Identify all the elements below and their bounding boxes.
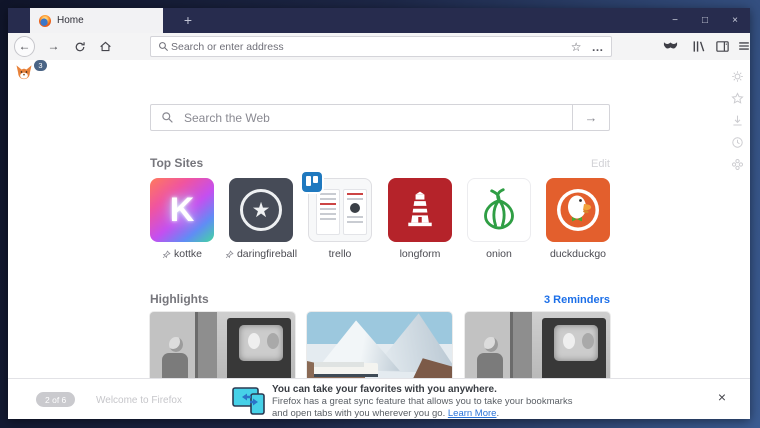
fox-icon xyxy=(16,65,32,80)
sync-notification-title: You can take your favorites with you any… xyxy=(272,384,497,395)
top-site-tile-trello[interactable] xyxy=(302,172,372,242)
search-icon xyxy=(162,112,173,123)
sync-devices-icon xyxy=(232,385,268,419)
mask-icon xyxy=(663,42,678,49)
top-site-tile-duckduckgo[interactable] xyxy=(546,178,610,242)
browser-window: Home + − □ × ← → Search or enter address… xyxy=(8,8,750,419)
menu-button[interactable] xyxy=(737,39,753,55)
page-search-input-wrap xyxy=(151,105,572,130)
top-site-tile-daringfireball[interactable]: ★ xyxy=(229,178,293,242)
mask-extension-button[interactable] xyxy=(663,39,679,55)
search-submit-button[interactable]: → xyxy=(572,105,609,130)
reminders-link[interactable]: 3 Reminders xyxy=(544,294,610,306)
top-site-tile-kottke[interactable]: K xyxy=(150,178,214,242)
sync-notification-body-line2: and open tabs with you wherever you go. … xyxy=(272,408,500,419)
address-input[interactable] xyxy=(169,39,571,54)
sidebar-icon xyxy=(716,41,729,52)
bookmark-star-icon[interactable]: ☆ xyxy=(571,40,582,54)
history-clock-icon[interactable] xyxy=(731,136,744,149)
onboarding-step-badge: 2 of 6 xyxy=(36,392,76,407)
fox-notification-widget[interactable]: 3 xyxy=(14,60,47,84)
pin-icon xyxy=(225,249,234,258)
top-sites-title: Top Sites xyxy=(150,156,204,170)
settings-gear-icon[interactable] xyxy=(731,70,744,83)
sync-notification-text: You can take your favorites with you any… xyxy=(272,383,572,419)
welcome-text: Welcome to Firefox xyxy=(96,395,182,406)
home-button[interactable] xyxy=(95,36,116,57)
highlights-title: Highlights xyxy=(150,292,209,306)
lighthouse-icon xyxy=(408,191,432,227)
bookmark-star-rail-icon[interactable] xyxy=(731,92,744,105)
top-sites-header: Top Sites Edit xyxy=(150,156,610,170)
forward-button[interactable]: → xyxy=(43,36,64,57)
new-tab-button[interactable]: + xyxy=(178,11,198,30)
top-site-tile-longform[interactable] xyxy=(388,178,452,242)
sidebar-toggle-button[interactable] xyxy=(715,39,731,55)
back-button[interactable]: ← xyxy=(14,36,35,57)
kottke-logo: K xyxy=(169,190,195,229)
tab-title: Home xyxy=(57,15,84,26)
highlight-card[interactable] xyxy=(465,312,610,382)
top-site-label-duckduckgo: duckduckgo xyxy=(549,248,607,260)
edit-top-sites-link[interactable]: Edit xyxy=(591,158,610,170)
highlight-card[interactable] xyxy=(150,312,295,382)
maximize-button[interactable]: □ xyxy=(690,8,720,33)
reload-icon xyxy=(75,42,85,52)
sync-notification-bar: 2 of 6 Welcome to Firefox You can take y… xyxy=(8,378,750,419)
learn-more-link[interactable]: Learn More xyxy=(448,408,497,419)
top-site-tile-onion[interactable] xyxy=(467,178,531,242)
firefox-favicon-icon xyxy=(39,14,51,27)
navigation-toolbar: ← → ☆ … xyxy=(8,33,750,61)
library-button[interactable] xyxy=(691,39,707,55)
download-icon[interactable] xyxy=(731,114,744,127)
highlights-header: Highlights 3 Reminders xyxy=(150,292,610,306)
tab-home[interactable]: Home xyxy=(30,8,163,33)
page-search-bar[interactable]: → xyxy=(150,104,610,131)
onion-icon xyxy=(484,188,514,230)
close-notification-button[interactable]: × xyxy=(718,390,726,404)
highlight-card[interactable] xyxy=(307,312,452,382)
page-search-input[interactable] xyxy=(182,109,562,126)
sync-notification-body-line1: Firefox has a great sync feature that al… xyxy=(272,396,573,407)
home-icon xyxy=(100,42,111,52)
pin-icon xyxy=(162,249,171,258)
trello-logo xyxy=(302,172,322,192)
desktop-background: Home + − □ × ← → Search or enter address… xyxy=(0,0,760,428)
notification-count-badge: 3 xyxy=(34,60,47,71)
window-controls: − □ × xyxy=(660,8,750,33)
titlebar[interactable]: Home + − □ × xyxy=(8,8,750,33)
reload-button[interactable] xyxy=(69,36,90,57)
new-tab-page: 3 Search the Web → Top Sites Edit K ★ ko… xyxy=(8,60,750,419)
page-actions-icon[interactable]: … xyxy=(592,40,605,54)
daringfireball-logo: ★ xyxy=(240,189,282,231)
library-icon xyxy=(693,41,705,52)
search-icon xyxy=(159,42,168,51)
minimize-button[interactable]: − xyxy=(660,8,690,33)
address-bar[interactable]: ☆ … xyxy=(150,36,612,57)
pinwheel-icon[interactable] xyxy=(731,158,744,171)
side-icon-rail xyxy=(731,70,744,171)
close-window-button[interactable]: × xyxy=(720,8,750,33)
duckduckgo-logo xyxy=(557,189,599,231)
hamburger-menu-icon xyxy=(739,42,749,50)
